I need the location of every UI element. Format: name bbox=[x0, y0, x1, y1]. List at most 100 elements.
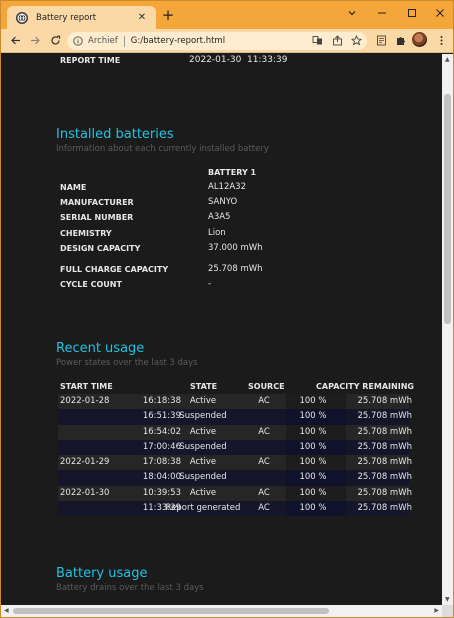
tab-search-chevron-icon[interactable] bbox=[337, 1, 367, 25]
back-arrow-icon[interactable] bbox=[8, 33, 22, 47]
design-capacity-label: DESIGN CAPACITY bbox=[60, 244, 141, 253]
maximize-icon[interactable] bbox=[397, 1, 427, 25]
forward-arrow-icon[interactable] bbox=[28, 33, 42, 47]
chemistry-label: CHEMISTRY bbox=[60, 229, 112, 238]
tab-title: Battery report bbox=[36, 12, 97, 23]
vertical-scrollbar[interactable]: ▲ ▼ bbox=[442, 54, 453, 605]
usage-table-row: 2022-01-30 10:39:53 Active AC 100 % 25.708 mW… bbox=[58, 485, 412, 502]
scroll-up-arrow-icon[interactable]: ▲ bbox=[445, 56, 450, 63]
scroll-down-arrow-icon[interactable]: ▼ bbox=[445, 596, 450, 603]
more-menu-icon[interactable] bbox=[434, 33, 448, 47]
page-content: REPORT TIME 2022-01-30 11:33:39 Installe… bbox=[1, 54, 442, 605]
usage-capacity-percent-cell: 100 % bbox=[299, 411, 327, 422]
usage-table-row: 2022-01-28 16:18:38 Active AC 100 % 25.708 mW… bbox=[58, 394, 412, 410]
usage-source-cell: AC bbox=[258, 487, 270, 498]
battery-usage-subtitle: Battery drains over the last 3 days bbox=[56, 583, 204, 593]
usage-capacity-mwh-cell: 25.708 mWh bbox=[357, 396, 412, 406]
installed-batteries-subtitle: Information about each currently install… bbox=[56, 144, 269, 154]
usage-source-cell: AC bbox=[258, 426, 270, 437]
usage-table-row: 16:51:39 Suspended 100 % 25.708 mWh bbox=[58, 409, 412, 425]
battery-usage-title: Battery usage bbox=[56, 566, 148, 581]
translate-icon[interactable] bbox=[312, 35, 323, 46]
usage-state-cell: Active bbox=[189, 426, 217, 437]
battery-column-header: BATTERY 1 bbox=[208, 168, 257, 177]
usage-table-row: 17:00:46 Suspended 100 % 25.708 mWh bbox=[58, 439, 412, 456]
browser-window: Battery report ✕ + Archief G:/battery-re… bbox=[0, 0, 454, 618]
recent-usage-table: 2022-01-28 16:18:38 Active AC 100 % 25.708 mW… bbox=[58, 394, 412, 517]
serial-number-value: A3A5 bbox=[208, 212, 231, 222]
cycle-count-label: CYCLE COUNT bbox=[60, 280, 122, 289]
horizontal-scrollbar[interactable]: ◀ ▶ bbox=[1, 605, 442, 617]
usage-capacity-percent-cell: 100 % bbox=[299, 426, 327, 437]
usage-capacity-mwh-cell: 25.708 mWh bbox=[357, 426, 412, 437]
full-charge-capacity-value: 25.708 mWh bbox=[208, 264, 263, 274]
usage-capacity-mwh-cell: 25.708 mWh bbox=[357, 487, 412, 498]
tab-strip: Battery report ✕ + bbox=[1, 1, 453, 29]
usage-capacity-percent-cell: 100 % bbox=[299, 487, 327, 498]
usage-capacity-percent-cell: 100 % bbox=[299, 472, 327, 483]
usage-date-cell: 2022-01-29 bbox=[60, 457, 110, 468]
recent-usage-title: Recent usage bbox=[56, 341, 145, 356]
usage-state-cell: Suspended bbox=[179, 411, 227, 422]
installed-batteries-title: Installed batteries bbox=[56, 127, 174, 142]
usage-capacity-percent-cell: 100 % bbox=[299, 441, 327, 452]
vertical-scroll-thumb[interactable] bbox=[444, 94, 451, 324]
usage-table-row: 18:04:00 Suspended 100 % 25.708 mWh bbox=[58, 470, 412, 486]
usage-state-cell: Active bbox=[189, 487, 217, 498]
usage-capacity-mwh-cell: 25.708 mWh bbox=[357, 503, 412, 514]
minimize-icon[interactable] bbox=[367, 1, 397, 25]
report-time-label: REPORT TIME bbox=[60, 56, 121, 65]
bookmark-star-icon[interactable] bbox=[351, 35, 362, 46]
usage-table-row: 2022-01-29 17:08:38 Active AC 100 % 25.708 mW… bbox=[58, 455, 412, 471]
source-header: SOURCE bbox=[248, 382, 285, 391]
usage-capacity-mwh-cell: 25.708 mWh bbox=[357, 457, 412, 468]
state-header: STATE bbox=[190, 382, 218, 391]
address-url[interactable]: G:/battery-report.html bbox=[131, 36, 225, 46]
scroll-left-arrow-icon[interactable]: ◀ bbox=[4, 607, 9, 614]
usage-state-cell: Active bbox=[189, 396, 217, 406]
usage-date-cell: 2022-01-28 bbox=[60, 396, 110, 406]
usage-capacity-mwh-cell: 25.708 mWh bbox=[357, 411, 412, 422]
recent-usage-subtitle: Power states over the last 3 days bbox=[56, 358, 198, 368]
info-icon[interactable] bbox=[73, 36, 83, 46]
usage-capacity-percent-cell: 100 % bbox=[299, 396, 327, 406]
usage-source-cell: AC bbox=[258, 503, 270, 514]
usage-capacity-percent-cell: 100 % bbox=[299, 457, 327, 468]
design-capacity-value: 37.000 mWh bbox=[208, 243, 263, 253]
tab-close-icon[interactable]: ✕ bbox=[136, 12, 148, 23]
usage-state-cell: Suspended bbox=[179, 441, 227, 452]
usage-capacity-mwh-cell: 25.708 mWh bbox=[357, 441, 412, 452]
usage-table-row: 16:54:02 Active AC 100 % 25.708 mWh bbox=[58, 424, 412, 440]
serial-number-label: SERIAL NUMBER bbox=[60, 213, 134, 222]
usage-capacity-percent-cell: 100 % bbox=[299, 503, 327, 514]
report-time-value: 2022-01-30 11:33:39 bbox=[189, 55, 288, 65]
globe-icon bbox=[16, 11, 28, 24]
new-tab-button[interactable]: + bbox=[161, 8, 175, 23]
manufacturer-label: MANUFACTURER bbox=[60, 198, 134, 207]
usage-date-cell: 2022-01-30 bbox=[60, 487, 110, 498]
cycle-count-value: - bbox=[208, 279, 212, 289]
reading-list-icon[interactable] bbox=[374, 33, 388, 47]
browser-toolbar: Archief G:/battery-report.html bbox=[1, 29, 453, 53]
scrollbar-corner bbox=[442, 605, 453, 617]
close-icon[interactable] bbox=[425, 1, 453, 25]
manufacturer-value: SANYO bbox=[208, 197, 238, 207]
usage-state-cell: Suspended bbox=[179, 472, 227, 483]
full-charge-capacity-label: FULL CHARGE CAPACITY bbox=[60, 265, 169, 274]
scroll-right-arrow-icon[interactable]: ▶ bbox=[434, 607, 439, 614]
share-icon[interactable] bbox=[332, 35, 343, 46]
usage-state-cell: Active bbox=[189, 457, 217, 468]
address-separator bbox=[123, 35, 125, 47]
reload-icon[interactable] bbox=[48, 33, 62, 47]
horizontal-scroll-thumb[interactable] bbox=[13, 608, 329, 614]
usage-table-row: 11:33:39 Report generated AC 100 % 25.708 mW… bbox=[58, 501, 412, 517]
chemistry-value: Lion bbox=[208, 228, 226, 238]
profile-avatar[interactable] bbox=[412, 32, 427, 47]
tab-battery-report[interactable]: Battery report ✕ bbox=[7, 6, 156, 29]
address-bar[interactable]: Archief G:/battery-report.html bbox=[67, 32, 367, 50]
capacity-remaining-header: CAPACITY REMAINING bbox=[316, 382, 414, 391]
extensions-puzzle-icon[interactable] bbox=[393, 33, 407, 47]
usage-state-cell: Report generated bbox=[165, 503, 241, 514]
battery-name-value: AL12A32 bbox=[208, 182, 246, 192]
usage-source-cell: AC bbox=[258, 457, 270, 468]
